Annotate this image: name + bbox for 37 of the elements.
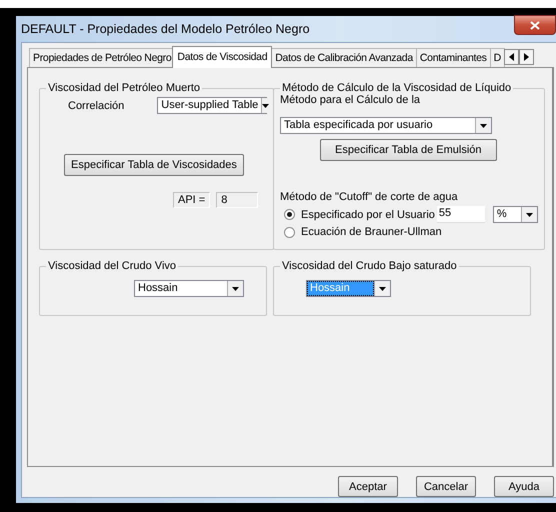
radio-label: Ecuación de Brauner-Ullman <box>301 226 442 238</box>
group-title: Viscosidad del Crudo Vivo <box>47 260 178 272</box>
close-icon <box>530 20 540 30</box>
close-button[interactable] <box>514 15 556 35</box>
group-title: Viscosidad del Petróleo Muerto <box>47 82 202 94</box>
field-label: Método para el Cálculo de la <box>280 94 420 106</box>
radio-button[interactable] <box>284 209 295 220</box>
dropdown-arrow-icon <box>526 212 533 216</box>
group-title: Método de Cálculo de la Viscosidad de Líquido <box>281 82 512 94</box>
live-oil-dropdown[interactable]: Hossain <box>134 280 244 297</box>
dropdown-arrow-icon <box>262 104 270 108</box>
radio-label: Especificado por el Usuario <box>301 208 435 220</box>
radio-button[interactable] <box>284 226 295 238</box>
correlation-dropdown[interactable]: User-supplied Table <box>157 97 268 114</box>
scroll-left-button[interactable] <box>504 49 519 65</box>
cutoff-input[interactable]: 55 <box>436 206 485 223</box>
window-title: DEFAULT - Propiedades del Modelo Petróleo Negro <box>21 22 310 36</box>
left-arrow-icon <box>508 53 514 61</box>
specify-table-button[interactable]: Especificar Tabla de Viscosidades <box>64 154 244 176</box>
dialog-button[interactable]: Ayuda <box>494 476 554 497</box>
specify-emulsion-button[interactable]: Especificar Tabla de Emulsión <box>320 139 497 161</box>
unit-dropdown[interactable]: % <box>492 206 538 223</box>
group-title: Viscosidad del Crudo Bajo saturado <box>281 260 458 272</box>
field-label: Correlación <box>68 100 124 112</box>
api-label: API = <box>173 192 210 208</box>
dialog-button[interactable]: Aceptar <box>338 476 398 497</box>
api-value: 8 <box>216 192 258 208</box>
tab[interactable]: Datos de Viscosidad <box>172 46 272 68</box>
field-label: Método de "Cutoff" de corte de agua <box>280 191 458 203</box>
right-arrow-icon <box>524 53 529 61</box>
dropdown-arrow-icon <box>232 286 239 290</box>
dropdown-arrow-icon <box>480 124 487 128</box>
scroll-right-button[interactable] <box>518 49 534 65</box>
tab[interactable]: D <box>490 48 505 67</box>
dialog-button[interactable]: Cancelar <box>416 476 476 497</box>
emulsion-method-dropdown[interactable]: Tabla especificada por usuario <box>280 117 492 134</box>
dropdown-arrow-icon <box>379 286 386 290</box>
